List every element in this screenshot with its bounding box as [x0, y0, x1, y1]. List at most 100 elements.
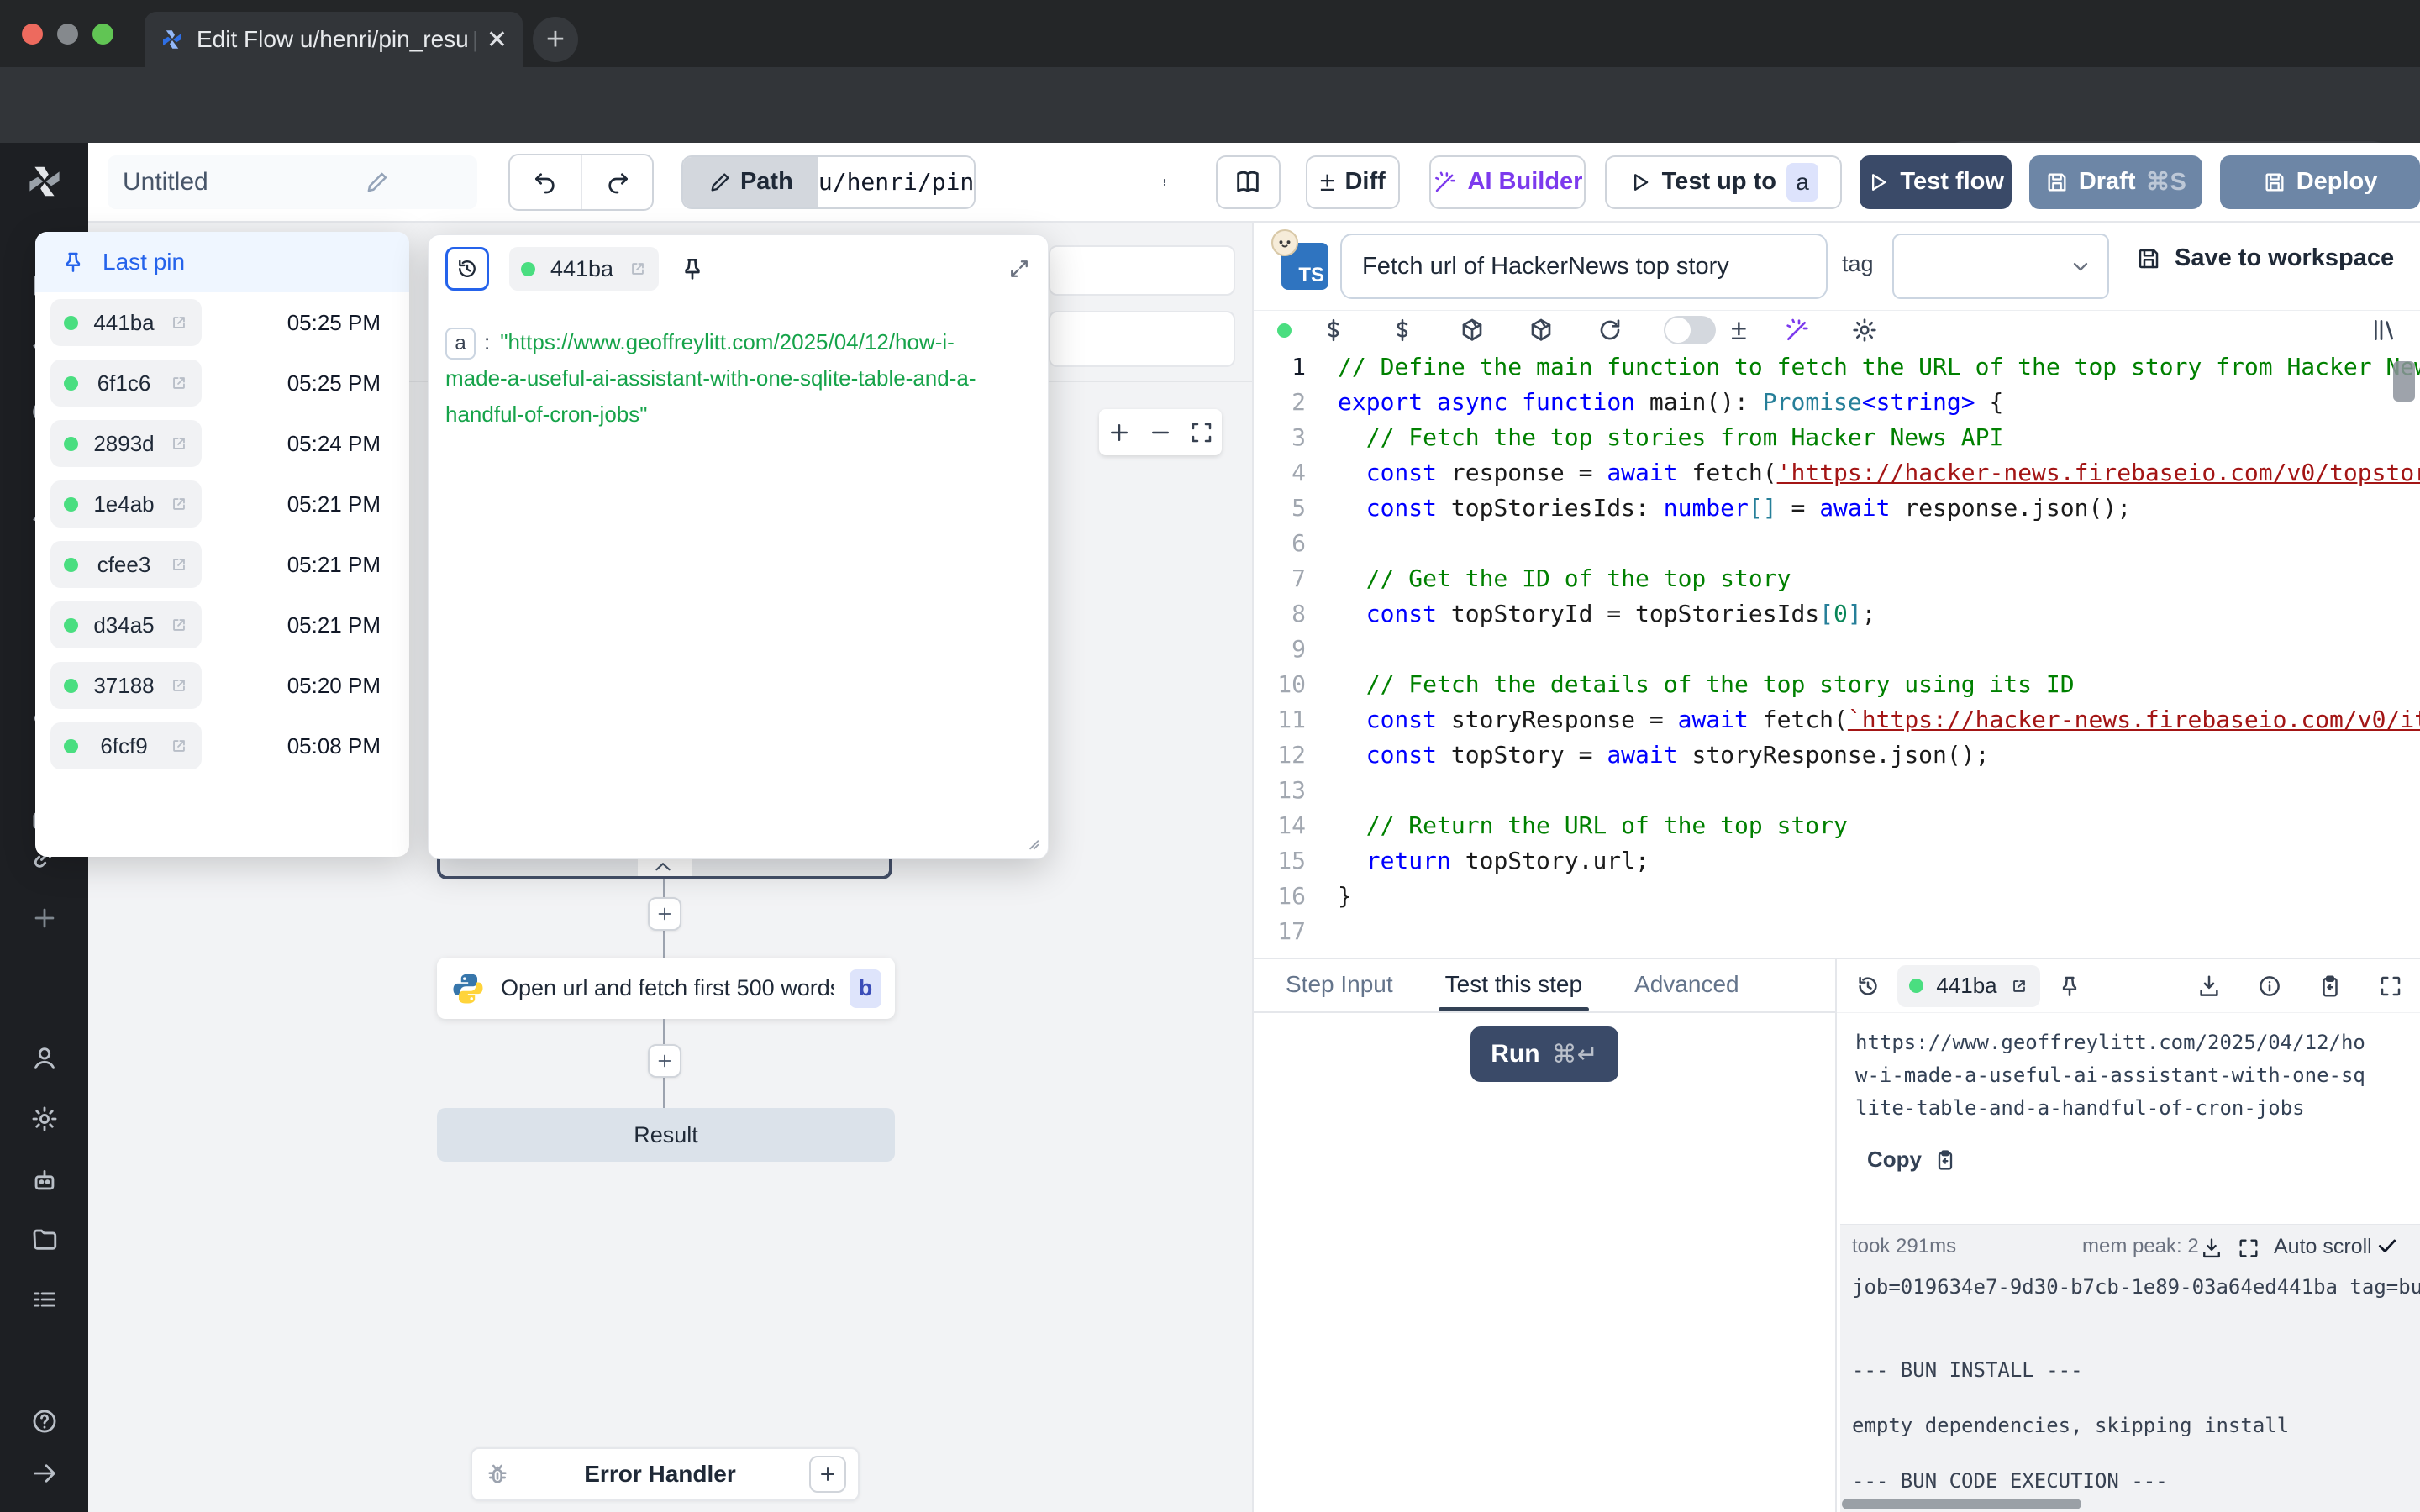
- external-link-icon[interactable]: [629, 260, 647, 278]
- save-to-workspace-button[interactable]: Save to workspace: [2136, 244, 2394, 272]
- history-button[interactable]: [445, 247, 489, 291]
- external-link-icon[interactable]: [170, 313, 188, 332]
- resize-grip-icon[interactable]: [1023, 833, 1041, 852]
- error-handler-node[interactable]: Error Handler: [471, 1447, 860, 1501]
- code-editor[interactable]: 1// Define the main function to fetch th…: [1254, 349, 2420, 958]
- settings-gear-icon[interactable]: [1851, 317, 1878, 344]
- external-link-icon[interactable]: [170, 555, 188, 574]
- library-icon[interactable]: [2371, 317, 2398, 344]
- gear-icon[interactable]: [30, 1105, 59, 1133]
- code-line[interactable]: 10 // Fetch the details of the top story…: [1254, 667, 2420, 702]
- pin-row[interactable]: 6fcf9 05:08 PM: [35, 716, 409, 776]
- download-icon[interactable]: [2200, 1236, 2223, 1260]
- pin-icon[interactable]: [679, 255, 706, 282]
- deploy-button[interactable]: Deploy: [2220, 155, 2420, 209]
- zoom-in-icon[interactable]: [1107, 420, 1132, 445]
- pin-row[interactable]: cfee3 05:21 PM: [35, 534, 409, 595]
- test-up-to-button[interactable]: Test up to a: [1605, 155, 1842, 209]
- help-icon[interactable]: [30, 1407, 59, 1436]
- external-link-icon[interactable]: [170, 434, 188, 453]
- python-step-node-b[interactable]: Open url and fetch first 500 words of ..…: [437, 958, 895, 1019]
- editor-scrollbar[interactable]: [2393, 361, 2415, 402]
- result-node[interactable]: Result: [437, 1108, 895, 1162]
- code-line[interactable]: 5 const topStoriesIds: number[] = await …: [1254, 491, 2420, 526]
- code-line[interactable]: 1// Define the main function to fetch th…: [1254, 349, 2420, 385]
- pin-row[interactable]: d34a5 05:21 PM: [35, 595, 409, 655]
- run-button[interactable]: Run ⌘↵: [1470, 1026, 1618, 1082]
- pin-row[interactable]: 2893d 05:24 PM: [35, 413, 409, 474]
- windmill-logo[interactable]: [24, 161, 65, 202]
- plus-icon[interactable]: [30, 904, 59, 932]
- code-line[interactable]: 13: [1254, 773, 2420, 808]
- add-step-button[interactable]: [648, 897, 681, 931]
- pin-row[interactable]: 6f1c6 05:25 PM: [35, 353, 409, 413]
- fit-view-icon[interactable]: [1189, 420, 1214, 445]
- browser-tab[interactable]: Edit Flow u/henri/pin_results | ✕: [145, 12, 523, 67]
- canvas-node-partial[interactable]: [1049, 311, 1235, 367]
- code-line[interactable]: 4 const response = await fetch('https://…: [1254, 455, 2420, 491]
- package-icon[interactable]: [1459, 317, 1486, 344]
- pin-row[interactable]: 1e4ab 05:21 PM: [35, 474, 409, 534]
- code-line[interactable]: 16}: [1254, 879, 2420, 914]
- log-scrollbar[interactable]: [1842, 1499, 2081, 1509]
- ai-builder-button[interactable]: AI Builder: [1429, 155, 1586, 209]
- arrow-right-icon[interactable]: [30, 1459, 59, 1488]
- code-line[interactable]: 14 // Return the URL of the top story: [1254, 808, 2420, 843]
- external-link-icon[interactable]: [170, 495, 188, 513]
- magic-wand-icon[interactable]: [1784, 317, 1811, 344]
- history-icon[interactable]: [1855, 974, 1881, 999]
- pin-chip[interactable]: 441ba: [50, 299, 202, 346]
- copy-button[interactable]: Copy: [1837, 1125, 2420, 1173]
- step-summary-input[interactable]: Fetch url of HackerNews top story: [1340, 234, 1828, 299]
- pin-chip[interactable]: 2893d: [50, 420, 202, 467]
- person-icon[interactable]: [30, 1044, 59, 1073]
- docs-button[interactable]: [1216, 155, 1280, 209]
- add-step-button[interactable]: [648, 1044, 681, 1078]
- diff-button[interactable]: ± Diff: [1306, 155, 1400, 209]
- code-line[interactable]: 7 // Get the ID of the top story: [1254, 561, 2420, 596]
- grid-icon[interactable]: [30, 1285, 59, 1314]
- info-icon[interactable]: [2257, 974, 2282, 999]
- download-icon[interactable]: [2196, 974, 2222, 999]
- add-error-handler-button[interactable]: [809, 1456, 846, 1493]
- diff-toggle[interactable]: [1664, 316, 1716, 344]
- test-flow-button[interactable]: Test flow: [1860, 155, 2012, 209]
- pin-row[interactable]: 37188 05:20 PM: [35, 655, 409, 716]
- pin-chip[interactable]: cfee3: [50, 541, 202, 588]
- pin-chip[interactable]: 37188: [50, 662, 202, 709]
- flow-title-field[interactable]: Untitled: [108, 155, 477, 209]
- window-maximize-button[interactable]: [92, 24, 113, 45]
- external-link-icon[interactable]: [170, 676, 188, 695]
- redo-button[interactable]: [581, 155, 652, 209]
- tab-step-input[interactable]: Step Input: [1286, 971, 1393, 1011]
- code-line[interactable]: 9: [1254, 632, 2420, 667]
- pin-icon[interactable]: [2057, 974, 2082, 999]
- new-tab-button[interactable]: +: [533, 17, 578, 62]
- fullscreen-icon[interactable]: [2378, 974, 2403, 999]
- external-link-icon[interactable]: [170, 616, 188, 634]
- job-chip[interactable]: 441ba: [1897, 965, 2040, 1007]
- pin-row[interactable]: 441ba 05:25 PM: [35, 292, 409, 353]
- window-minimize-button[interactable]: [57, 24, 78, 45]
- code-line[interactable]: 15 return topStory.url;: [1254, 843, 2420, 879]
- tab-test-this-step[interactable]: Test this step: [1445, 971, 1582, 1011]
- tag-select[interactable]: [1892, 234, 2109, 299]
- check-icon[interactable]: [2376, 1235, 2398, 1257]
- pin-chip[interactable]: 6f1c6: [50, 360, 202, 407]
- code-line[interactable]: 11 const storyResponse = await fetch(`ht…: [1254, 702, 2420, 738]
- tab-advanced[interactable]: Advanced: [1634, 971, 1739, 1011]
- canvas-node-partial[interactable]: [1049, 245, 1235, 296]
- refresh-icon[interactable]: [1597, 317, 1623, 344]
- dollar-icon[interactable]: [1390, 317, 1415, 344]
- undo-button[interactable]: [510, 155, 581, 209]
- code-line[interactable]: 6: [1254, 526, 2420, 561]
- more-options-icon[interactable]: [1160, 167, 1169, 197]
- external-link-icon[interactable]: [170, 374, 188, 392]
- code-line[interactable]: 17: [1254, 914, 2420, 949]
- folder-icon[interactable]: [30, 1225, 59, 1253]
- external-link-icon[interactable]: [170, 737, 188, 755]
- pin-chip[interactable]: d34a5: [50, 601, 202, 648]
- code-line[interactable]: 3 // Fetch the top stories from Hacker N…: [1254, 420, 2420, 455]
- job-chip[interactable]: 441ba: [509, 247, 659, 291]
- pin-chip[interactable]: 1e4ab: [50, 480, 202, 528]
